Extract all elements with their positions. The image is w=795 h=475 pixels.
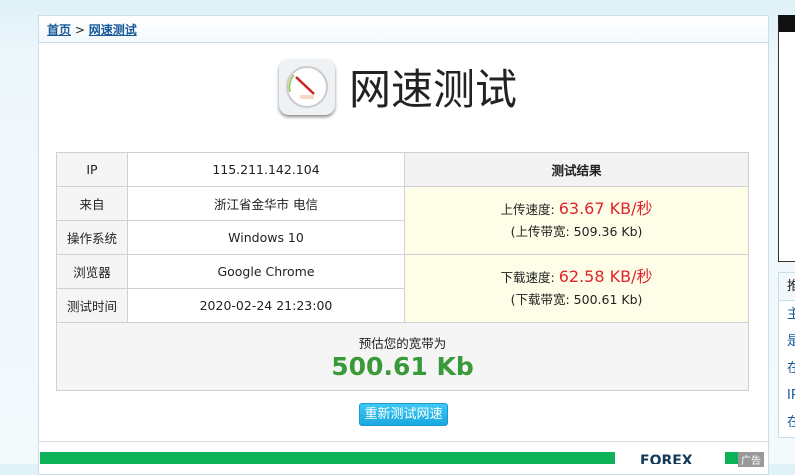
row-label: 测试时间 [56,288,128,323]
sidebar-header: 推 [779,273,795,301]
breadcrumb-home-link[interactable]: 首页 [47,23,71,37]
speed-test-table: IP 115.211.142.104 测试结果 来自 浙江省金华市 电信 上传速… [56,152,749,391]
row-label: 浏览器 [56,254,128,289]
row-value: 115.211.142.104 [127,152,405,187]
row-value: Windows 10 [127,220,405,255]
estimate-label: 预估您的宽带为 [358,335,447,351]
sidebar-link[interactable]: 在 [779,409,795,436]
main-panel: 首页 > 网速测试 网速测试 IP 115.211.142.104 测试结果 来… [38,15,770,475]
breadcrumb: 首页 > 网速测试 [39,16,768,43]
estimate-value: 500.61 Kb [331,351,474,381]
sidebar-link[interactable]: IP [779,382,795,409]
upload-result: 上传速度: 63.67 KB/秒 (上传带宽: 509.36 Kb) [404,186,749,255]
row-label: 来自 [56,186,128,221]
upload-label: 上传速度: [500,202,555,217]
page-title: 网速测试 [279,56,517,117]
sidebar-list: 推 主 是 在 IP 在 [778,272,795,438]
sidebar-ad-box [778,15,795,262]
bandwidth-estimate: 预估您的宽带为 500.61 Kb [56,322,749,391]
divider [39,441,770,442]
table-row: 浏览器 Google Chrome 下载速度: 62.58 KB/秒 (下载带宽… [56,254,749,323]
row-value: Google Chrome [127,254,405,289]
table-row: IP 115.211.142.104 测试结果 [56,152,749,187]
breadcrumb-separator: > [74,23,85,37]
download-result: 下载速度: 62.58 KB/秒 (下载带宽: 500.61 Kb) [404,254,749,323]
ad-tag: 广告 [738,452,764,467]
upload-bandwidth: (上传带宽: 509.36 Kb) [510,224,643,239]
breadcrumb-current-link[interactable]: 网速测试 [89,23,137,37]
sidebar-link[interactable]: 在 [779,355,795,382]
download-speed: 62.58 KB/秒 [558,267,653,286]
upload-speed: 63.67 KB/秒 [558,199,653,218]
retest-button[interactable]: 重新测试网速 [359,403,448,426]
table-row: 来自 浙江省金华市 电信 上传速度: 63.67 KB/秒 (上传带宽: 509… [56,186,749,255]
sidebar-link[interactable]: 主 [779,301,795,328]
download-bandwidth: (下载带宽: 500.61 Kb) [510,292,643,307]
result-header: 测试结果 [404,152,749,187]
ad-logo: FOREX [615,452,725,464]
bandwidth-estimate-row: 预估您的宽带为 500.61 Kb [56,322,749,391]
row-value: 浙江省金华市 电信 [127,186,405,221]
speedometer-icon [279,58,335,115]
row-label: IP [56,152,128,187]
download-label: 下载速度: [500,270,555,285]
sidebar-link[interactable]: 是 [779,328,795,355]
page-heading: 网速测试 [349,65,518,114]
ad-banner[interactable]: FOREX 广告 [40,452,764,467]
row-label: 操作系统 [56,220,128,255]
row-value: 2020-02-24 21:23:00 [127,288,405,323]
